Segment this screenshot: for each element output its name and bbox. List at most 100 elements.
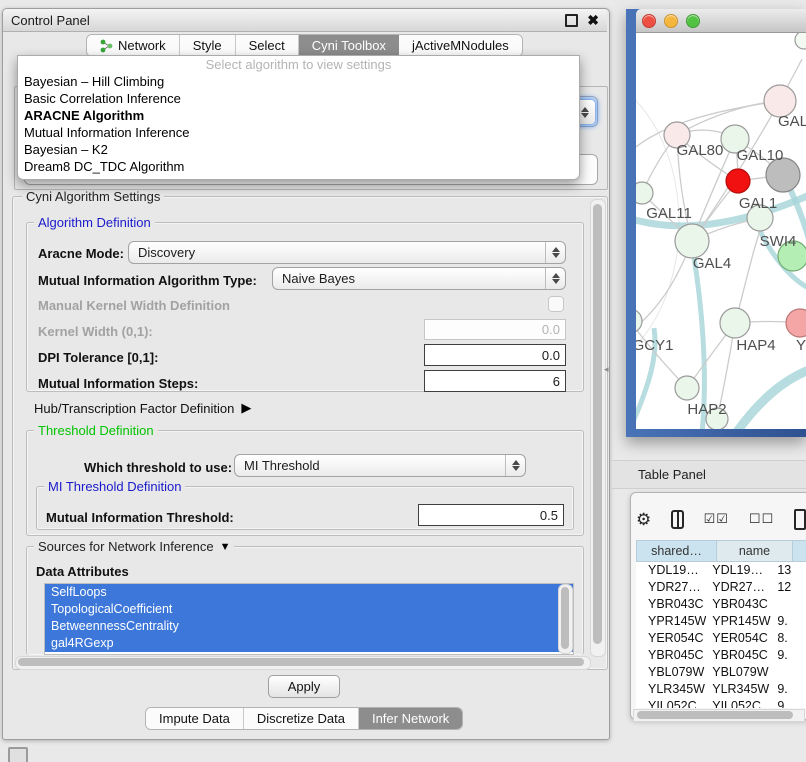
network-node-gal4[interactable] — [675, 224, 709, 258]
tab-discretize-data[interactable]: Discretize Data — [244, 708, 359, 729]
table-cell: YBL079W — [706, 664, 771, 681]
hub-definition-label: Hub/Transcription Factor Definition — [34, 401, 234, 416]
tab-select[interactable]: Select — [236, 35, 299, 56]
table-cell: YDL19… — [636, 562, 706, 579]
dropdown-item[interactable]: Mutual Information Inference — [18, 124, 579, 141]
close-traffic-light-icon[interactable] — [642, 14, 656, 28]
network-node-gal1[interactable] — [726, 169, 750, 193]
data-attributes-label: Data Attributes — [36, 564, 129, 579]
table-row[interactable]: YLR345WYLR345W9. — [636, 681, 806, 698]
unchecked-pair-icon[interactable]: ☐☐ — [749, 511, 774, 527]
dropdown-item[interactable]: Basic Correlation Inference — [18, 90, 579, 107]
network-view-titlebar[interactable] — [636, 9, 806, 33]
gear-icon[interactable]: ⚙ — [636, 511, 651, 528]
network-node-label: HAP4 — [736, 337, 775, 354]
apply-button[interactable]: Apply — [268, 675, 340, 698]
zoom-traffic-light-icon[interactable] — [686, 14, 700, 28]
tab-style[interactable]: Style — [180, 35, 236, 56]
mi-steps-value: 6 — [553, 374, 560, 389]
mi-type-select[interactable]: Naive Bayes — [272, 267, 566, 290]
table-horizontal-scrollbar[interactable] — [633, 709, 805, 722]
kernel-width-field[interactable]: 0.0 — [424, 319, 566, 340]
chevron-down-icon: ▼ — [220, 541, 231, 553]
aracne-mode-select[interactable]: Discovery — [128, 241, 566, 264]
dropdown-item[interactable]: Dream8 DC_TDC Algorithm — [18, 158, 579, 175]
table-cell: YBR043C — [636, 596, 706, 613]
network-graph: GALGAL80GAL10GAL1GAL11SWI4GAL4GCY1HAP4YH… — [636, 33, 806, 429]
settings-horizontal-scrollbar[interactable] — [15, 656, 591, 670]
table-cell: YPR145W — [706, 613, 771, 630]
table-row[interactable]: YDR27…YDR27…12 — [636, 579, 806, 596]
attribute-item[interactable]: SelfLoops — [45, 584, 573, 601]
split-columns-icon[interactable] — [671, 510, 683, 529]
tab-network[interactable]: Network — [87, 35, 180, 56]
network-node-label: GAL10 — [737, 147, 784, 164]
table-cell: 8. — [771, 630, 806, 647]
table-cell: YPR145W — [636, 613, 706, 630]
network-node-hap4[interactable] — [720, 308, 750, 338]
dpi-tolerance-value: 0.0 — [542, 348, 560, 363]
control-panel-titlebar[interactable]: Control Panel ✖ — [3, 9, 607, 32]
table-panel-title: Table Panel — [638, 467, 706, 482]
network-edge[interactable] — [636, 321, 687, 388]
close-icon[interactable]: ✖ — [587, 15, 599, 25]
network-canvas[interactable]: GALGAL80GAL10GAL1GAL11SWI4GAL4GCY1HAP4YH… — [636, 33, 806, 429]
network-edge[interactable] — [736, 368, 806, 429]
column-header-shared…[interactable]: shared… — [636, 540, 717, 562]
table-row[interactable]: YBL079WYBL079W — [636, 664, 806, 681]
mi-steps-field[interactable]: 6 — [424, 370, 566, 392]
table-cell: YDR27… — [636, 579, 706, 596]
table-row[interactable]: YPR145WYPR145W9. — [636, 613, 806, 630]
hub-definition-toggle[interactable]: Hub/Transcription Factor Definition ▶ — [34, 400, 251, 416]
which-threshold-select[interactable]: MI Threshold — [234, 454, 526, 477]
network-node-label: GAL1 — [739, 195, 777, 212]
mi-threshold-field[interactable]: 0.5 — [418, 504, 564, 526]
network-node-y[interactable] — [786, 309, 806, 337]
minimize-traffic-light-icon[interactable] — [664, 14, 678, 28]
stepper-icon — [545, 242, 565, 263]
dropdown-item[interactable]: Bayesian – Hill Climbing — [18, 73, 579, 90]
collapsed-panel-icon[interactable] — [8, 747, 28, 762]
table-row[interactable]: YIL052CYIL052C9. — [636, 698, 806, 708]
table-row[interactable]: YBR045CYBR045C9. — [636, 647, 806, 664]
column-header-name[interactable]: name — [717, 540, 793, 562]
table-row[interactable]: YER054CYER054C8. — [636, 630, 806, 647]
mi-threshold-value: 0.5 — [540, 508, 558, 523]
mi-threshold-label: Mutual Information Threshold: — [46, 510, 234, 525]
network-node-hap2[interactable] — [675, 376, 699, 400]
tab-impute-data[interactable]: Impute Data — [146, 708, 244, 729]
float-window-icon[interactable] — [565, 14, 578, 27]
data-attributes-list[interactable]: SelfLoopsTopologicalCoefficientBetweenne… — [44, 583, 574, 655]
splitter-handle-icon[interactable]: ◂ — [604, 364, 609, 375]
attribute-item[interactable]: gal4RGexp — [45, 635, 573, 652]
table-row[interactable]: YDL19…YDL19…13 — [636, 562, 806, 579]
dpi-tolerance-field[interactable]: 0.0 — [424, 344, 566, 366]
checked-pair-icon[interactable]: ☑☑ — [704, 511, 729, 527]
document-icon[interactable] — [794, 509, 806, 530]
network-node-label: HAP2 — [687, 401, 726, 418]
manual-kernel-checkbox[interactable] — [548, 296, 564, 312]
manual-kernel-label: Manual Kernel Width Definition — [38, 298, 230, 313]
table-row[interactable]: YBR043CYBR043C — [636, 596, 806, 613]
table-cell: YLR345W — [706, 681, 771, 698]
tab-label: Discretize Data — [257, 711, 345, 726]
column-header-col2[interactable] — [793, 540, 806, 562]
sources-group-toggle[interactable]: Sources for Network Inference ▼ — [34, 539, 234, 554]
table-cell: YIL052C — [636, 698, 706, 708]
attributes-list-scrollbar[interactable] — [558, 584, 573, 654]
tab-cyni-toolbox[interactable]: Cyni Toolbox — [299, 35, 399, 56]
network-node[interactable] — [795, 33, 806, 49]
attribute-item[interactable]: TopologicalCoefficient — [45, 601, 573, 618]
tab-jactivemnodules[interactable]: jActiveMNodules — [399, 35, 522, 56]
mi-steps-label: Mutual Information Steps: — [38, 376, 198, 391]
table-cell — [771, 596, 806, 613]
network-node-gal11[interactable] — [636, 182, 653, 204]
table-cell: 13 — [771, 562, 806, 579]
dropdown-item[interactable]: Bayesian – K2 — [18, 141, 579, 158]
settings-vertical-scrollbar[interactable] — [590, 199, 606, 657]
attribute-item[interactable]: BetweennessCentrality — [45, 618, 573, 635]
dropdown-item[interactable]: ARACNE Algorithm — [18, 107, 579, 124]
network-node-gcy1[interactable] — [636, 309, 642, 333]
tab-infer-network[interactable]: Infer Network — [359, 708, 462, 729]
aracne-mode-value: Discovery — [138, 245, 195, 260]
